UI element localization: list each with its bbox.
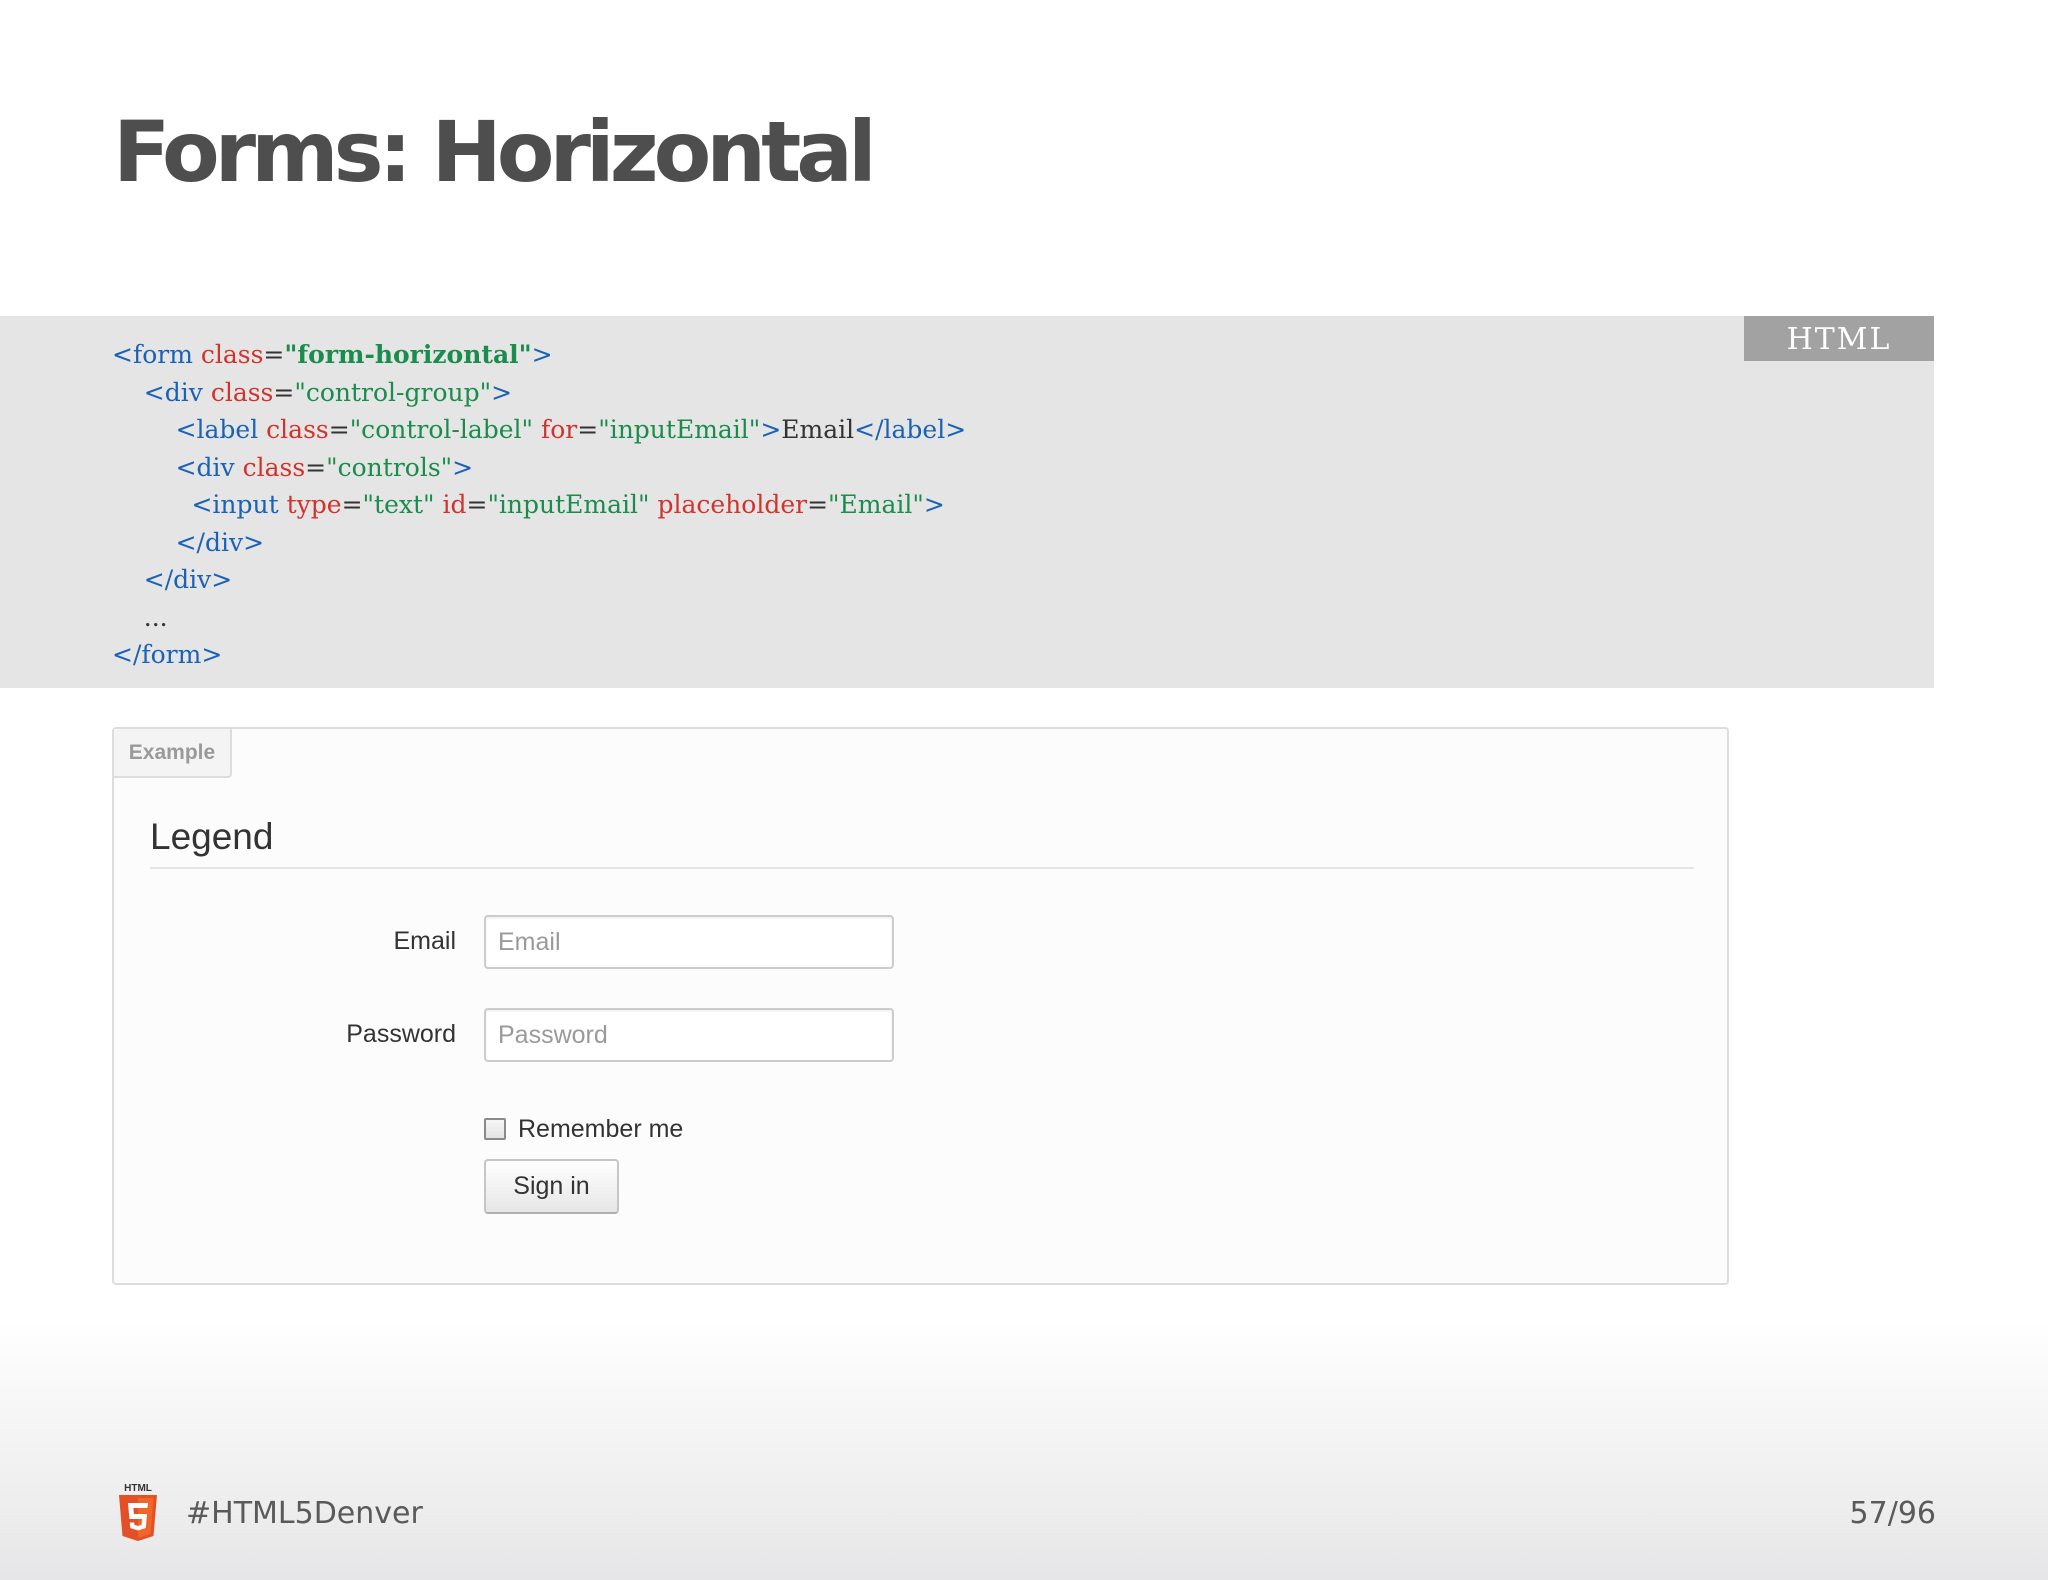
- code-token: <input: [191, 490, 287, 519]
- code-token: "inputEmail": [598, 415, 761, 444]
- code-token: =: [305, 452, 327, 482]
- code-token: =: [341, 490, 363, 519]
- page-number: 57/96: [1849, 1496, 1936, 1531]
- example-box: Example Legend Email Password Remember m…: [112, 727, 1729, 1285]
- password-field[interactable]: [484, 1008, 894, 1062]
- code-token: class: [200, 340, 264, 369]
- code-token: <label: [175, 415, 267, 444]
- code-token: =: [466, 490, 488, 519]
- code-line: <label class="control-label" for="inputE…: [112, 411, 967, 448]
- code-token: =: [273, 377, 295, 407]
- sign-in-button[interactable]: Sign in: [484, 1159, 619, 1214]
- remember-me-checkbox[interactable]: [484, 1118, 506, 1140]
- code-token: "Email": [828, 490, 924, 519]
- form-legend: Legend: [150, 817, 1694, 869]
- code-token: =: [263, 340, 285, 369]
- code-token: =: [328, 415, 350, 444]
- code-token: placeholder: [657, 490, 808, 519]
- code-token: >: [491, 377, 513, 407]
- code-line: <input type="text" id="inputEmail" place…: [112, 486, 945, 523]
- code-token: "control-group": [294, 377, 492, 407]
- code-token: Email: [781, 415, 855, 444]
- code-token: </label>: [854, 415, 967, 444]
- code-token: >: [923, 490, 945, 519]
- code-line: </div>: [112, 561, 232, 598]
- password-label: Password: [346, 1020, 456, 1048]
- code-token: >: [452, 452, 474, 482]
- code-token: class: [242, 452, 306, 482]
- code-line: ...: [112, 599, 168, 636]
- code-token: for: [540, 415, 578, 444]
- code-token: "inputEmail": [487, 490, 658, 519]
- code-token: "form-horizontal": [284, 340, 532, 369]
- code-line: </div>: [112, 524, 264, 561]
- email-label: Email: [393, 927, 456, 955]
- code-token: <div: [175, 452, 243, 482]
- code-token: ...: [112, 602, 168, 632]
- code-line: <div class="controls">: [112, 449, 474, 486]
- remember-me-label[interactable]: Remember me: [518, 1114, 683, 1144]
- code-token: </div>: [175, 527, 265, 557]
- code-token: "control-label": [349, 415, 541, 444]
- example-tab: Example: [114, 729, 232, 778]
- svg-text:HTML: HTML: [124, 1483, 152, 1494]
- code-token: <div: [143, 377, 211, 407]
- email-field[interactable]: [484, 915, 894, 969]
- code-token: =: [577, 415, 599, 444]
- code-line: <form class="form-horizontal">: [112, 336, 553, 373]
- code-panel: HTML <form class="form-horizontal"> <div…: [0, 316, 1934, 688]
- slide-title: Forms: Horizontal: [113, 103, 877, 201]
- code-token: id: [442, 490, 467, 519]
- code-token: class: [266, 415, 329, 444]
- html5-logo-icon: HTML: [119, 1483, 157, 1541]
- language-badge: HTML: [1744, 316, 1934, 361]
- code-token: "text": [362, 490, 443, 519]
- code-token: >: [531, 340, 553, 369]
- code-token: >: [760, 415, 782, 444]
- code-token: =: [807, 490, 829, 519]
- code-token: class: [210, 377, 274, 407]
- code-token: </div>: [143, 565, 233, 594]
- code-line: <div class="control-group">: [112, 374, 512, 411]
- code-line: </form>: [112, 636, 222, 673]
- code-token: </form>: [112, 640, 223, 669]
- footer-hashtag: #HTML5Denver: [186, 1496, 423, 1531]
- code-token: <form: [112, 340, 201, 369]
- code-token: "controls": [326, 452, 453, 482]
- code-token: type: [286, 490, 342, 519]
